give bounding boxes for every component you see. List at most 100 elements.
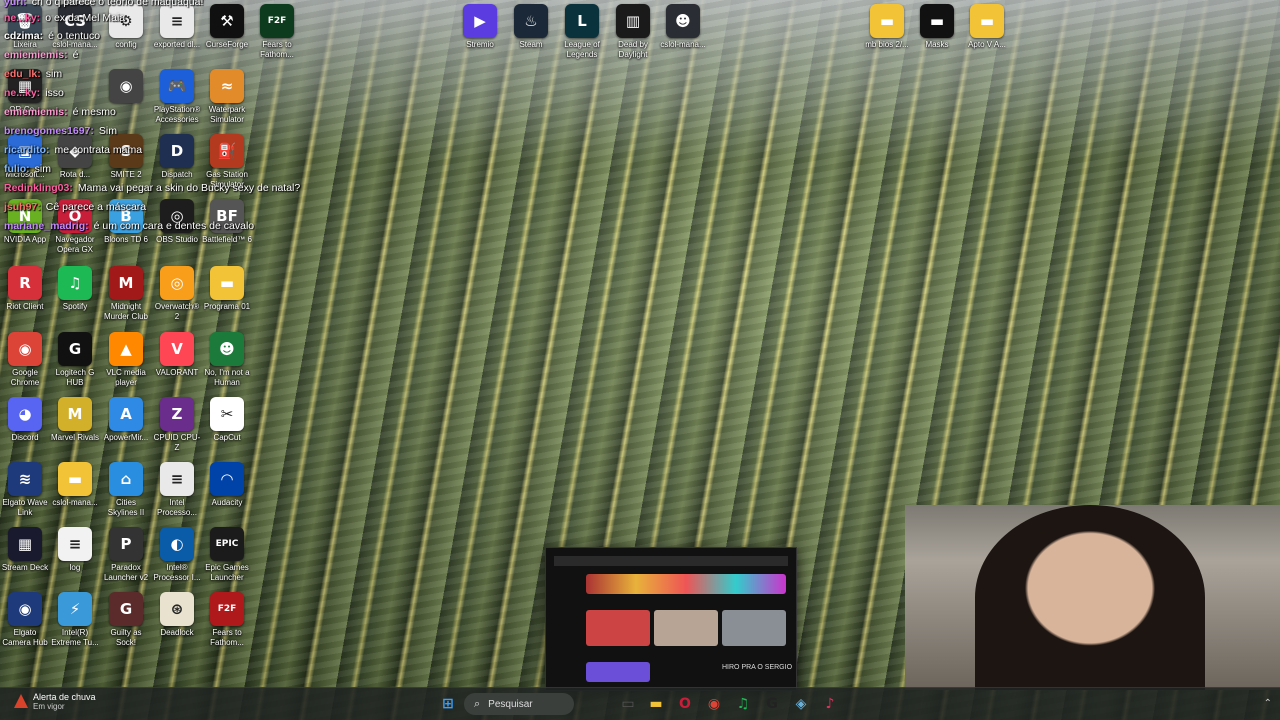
desktop-icon[interactable]: M Marvel Rivals bbox=[50, 397, 100, 443]
desktop-icon[interactable]: P Paradox Launcher v2 bbox=[101, 527, 151, 583]
desktop-icon[interactable]: ◉ Elgato Camera Hub bbox=[0, 592, 50, 648]
desktop-icon-label: Midnight Murder Club bbox=[103, 302, 148, 321]
taskbar-app-button[interactable]: ♫ bbox=[733, 694, 753, 714]
desktop-icon[interactable]: ▦ Stream Deck bbox=[0, 527, 50, 573]
chat-username: emiemiemis: bbox=[4, 49, 68, 61]
chat-message: yuri: crl o q parece o teorlo de maquaqua… bbox=[4, 0, 203, 8]
desktop-icon[interactable]: ▬ Apto V A... bbox=[962, 4, 1012, 50]
taskbar-search[interactable]: ⌕ Pesquisar bbox=[464, 693, 574, 715]
chat-username: ne...ky: bbox=[4, 12, 41, 24]
desktop-icon[interactable]: EPIC Epic Games Launcher bbox=[202, 527, 252, 583]
stream-deck-icon: ▦ bbox=[8, 527, 42, 561]
preview-caption: HIRO PRA O SERGIO bbox=[722, 664, 793, 671]
desktop-icon[interactable]: ⊛ Deadlock bbox=[152, 592, 202, 638]
desktop-icon[interactable]: 🎮 PlayStation® Accessories bbox=[152, 69, 202, 125]
taskbar-app-button[interactable]: ▬ bbox=[646, 694, 666, 714]
taskbar-app-button[interactable]: G bbox=[762, 694, 782, 714]
taskbar-app-button[interactable]: ♪ bbox=[820, 694, 840, 714]
desktop-icon-label: Dead by Daylight bbox=[618, 40, 648, 59]
desktop-icon-label: PlayStation® Accessories bbox=[153, 105, 201, 124]
desktop-icon[interactable]: ◉ bbox=[101, 69, 151, 105]
preview-topbar bbox=[554, 556, 788, 566]
desktop-icon[interactable]: ≡ exported dl... bbox=[152, 4, 202, 50]
taskbar-app-button[interactable]: ▭ bbox=[618, 694, 638, 714]
weather-widget[interactable]: Alerta de chuva Em vigor bbox=[14, 692, 96, 711]
search-placeholder: Pesquisar bbox=[488, 698, 533, 710]
desktop-icon-label: Bloons TD 6 bbox=[104, 235, 148, 244]
start-button[interactable]: ⊞ bbox=[438, 694, 458, 714]
desktop-icon[interactable]: G Guilty as Sock! bbox=[101, 592, 151, 648]
desktop-icon[interactable]: ⚡ Intel(R) Extreme Tu... bbox=[50, 592, 100, 648]
desktop-icon[interactable]: ▬ mb bios 2/... bbox=[862, 4, 912, 50]
desktop-icon[interactable]: ♨ Steam bbox=[506, 4, 556, 50]
capcut-icon: ✂ bbox=[210, 397, 244, 431]
guilty-as-sock-icon: G bbox=[109, 592, 143, 626]
chat-text: Mama vai pegar a skin do Bucky sexy de n… bbox=[77, 182, 301, 194]
desktop-icon[interactable]: ☻ cslol-mana... bbox=[658, 4, 708, 50]
desktop-icon[interactable]: ☻ No, I'm not a Human bbox=[202, 332, 252, 388]
desktop-icon[interactable]: ◐ Intel® Processor I... bbox=[152, 527, 202, 583]
desktop-icon-label: VALORANT bbox=[155, 368, 199, 377]
chat-message: Redinkling03: Mama vai pegar a skin do Bu… bbox=[4, 182, 300, 194]
desktop-icon-label: Elgato Camera Hub bbox=[2, 628, 48, 647]
marvel-rivals-icon: M bbox=[58, 397, 92, 431]
desktop-icon-label: Spotify bbox=[62, 302, 88, 311]
desktop-icon[interactable]: ♫ Spotify bbox=[50, 266, 100, 312]
chat-message: ricardito: me contrata mama bbox=[4, 144, 142, 156]
desktop-icon[interactable]: ⌂ Cities Skylines II bbox=[101, 462, 151, 518]
chat-text: é um com cara e dentes de cavalo bbox=[93, 220, 255, 232]
desktop-icon[interactable]: Z CPUID CPU-Z bbox=[152, 397, 202, 453]
desktop-icon[interactable]: A ApowerMir... bbox=[101, 397, 151, 443]
taskbar-app-button[interactable]: ◉ bbox=[704, 694, 724, 714]
desktop-icon[interactable]: ≡ Intel Processo... bbox=[152, 462, 202, 518]
desktop-icon[interactable]: CS cslol-mana... bbox=[50, 4, 100, 50]
chevron-up-icon[interactable]: ⌃ bbox=[1264, 698, 1272, 709]
chrome-taskbar-icon: ◉ bbox=[707, 696, 721, 712]
chat-text: isso bbox=[45, 87, 64, 99]
desktop-icon[interactable]: R Riot Client bbox=[0, 266, 50, 312]
desktop-icon[interactable]: ▬ Masks bbox=[912, 4, 962, 50]
desktop-icon[interactable]: ≋ Elgato Wave Link bbox=[0, 462, 50, 518]
chat-message: jsuh97: Cê parece a máscara bbox=[4, 201, 146, 213]
desktop-icon[interactable]: ▲ VLC media player bbox=[101, 332, 151, 388]
desktop-icon[interactable]: ◕ Discord bbox=[0, 397, 50, 443]
desktop-icon[interactable]: ▥ Dead by Daylight bbox=[608, 4, 658, 60]
desktop-icon[interactable]: S SMITE 2 bbox=[101, 134, 151, 180]
desktop-icon-label: Programa 01 bbox=[203, 302, 251, 311]
desktop-icon-label: Apto V A... bbox=[968, 40, 1006, 49]
desktop-icon-label: Dispatch bbox=[161, 170, 193, 179]
desktop-icon[interactable]: ▶ Stremio bbox=[455, 4, 505, 50]
desktop-icon[interactable]: ✂ CapCut bbox=[202, 397, 252, 443]
desktop-icon[interactable]: ▬ cslol-mana... bbox=[50, 462, 100, 508]
desktop-icon[interactable]: D Dispatch bbox=[152, 134, 202, 180]
taskbar-app-button[interactable]: O bbox=[675, 694, 695, 714]
desktop-icon[interactable]: ◠ Audacity bbox=[202, 462, 252, 508]
desktop-icon[interactable]: 🗑 Lixeira bbox=[0, 4, 50, 50]
desktop-icon[interactable]: ⚙ config bbox=[101, 4, 151, 50]
mb-bios-folder-icon: ▬ bbox=[870, 4, 904, 38]
desktop-icon[interactable]: ◆ Rota d... bbox=[50, 134, 100, 180]
desktop-icon[interactable]: ≡ log bbox=[50, 527, 100, 573]
desktop-icon[interactable]: L League of Legends bbox=[557, 4, 607, 60]
intel-processor-id-icon: ◐ bbox=[160, 527, 194, 561]
desktop-icon[interactable]: F2F Fears to Fathom... bbox=[202, 592, 252, 648]
desktop-icon[interactable]: ◉ Google Chrome bbox=[0, 332, 50, 388]
fears-to-fathom2-icon: F2F bbox=[210, 592, 244, 626]
desktop-icon[interactable]: ≈ Waterpark Simulator bbox=[202, 69, 252, 125]
desktop-icon[interactable]: ⚒ CurseForge bbox=[202, 4, 252, 50]
desktop-icon[interactable]: F2F Fears to Fathom... bbox=[252, 4, 302, 60]
desktop-icon-label: CapCut bbox=[213, 433, 241, 442]
taskbar-app-button[interactable]: ◈ bbox=[791, 694, 811, 714]
chat-username: cdzima: bbox=[4, 30, 44, 42]
desktop-icon[interactable]: G Logitech G HUB bbox=[50, 332, 100, 388]
weather-subtitle: Em vigor bbox=[33, 702, 65, 711]
desktop-icon[interactable]: ◎ Overwatch® 2 bbox=[152, 266, 202, 322]
desktop-icon-label: SMITE 2 bbox=[110, 170, 142, 179]
taskbar-window-preview[interactable]: HIRO PRA O SERGIO bbox=[545, 547, 797, 691]
desktop-icon[interactable]: ▬ Programa 01 bbox=[202, 266, 252, 312]
chat-text: sim bbox=[45, 68, 63, 80]
audacity-icon: ◠ bbox=[210, 462, 244, 496]
stremio-icon: ▶ bbox=[463, 4, 497, 38]
desktop-icon[interactable]: V VALORANT bbox=[152, 332, 202, 378]
desktop-icon[interactable]: M Midnight Murder Club bbox=[101, 266, 151, 322]
